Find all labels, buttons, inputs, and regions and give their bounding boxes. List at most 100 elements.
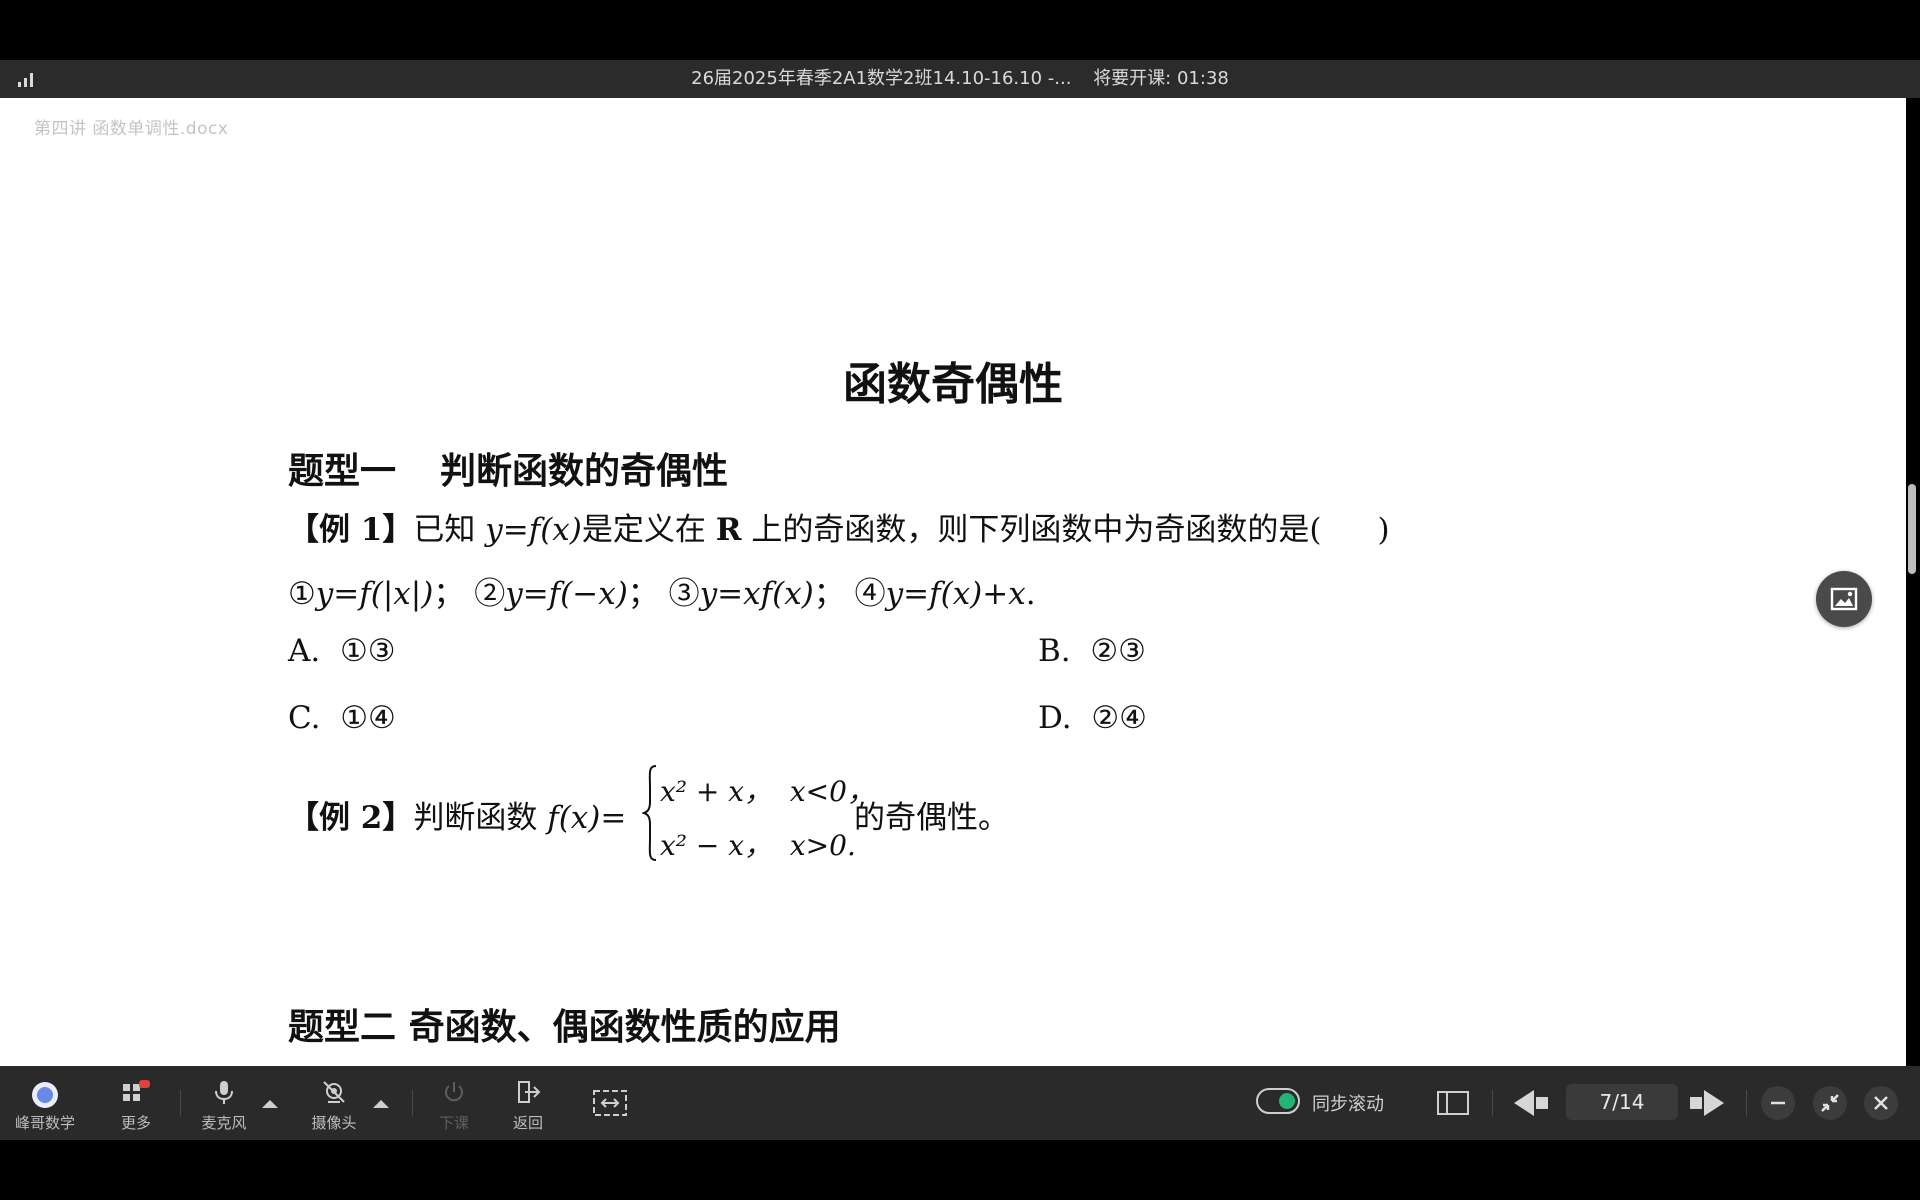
camera-button[interactable]: 摄像头: [304, 1066, 364, 1140]
example-2-question-a: 【例 2】判断函数 f(x)=: [288, 792, 626, 837]
option-d-letter: D.: [1038, 700, 1072, 736]
collapse-arrows-icon: [1821, 1094, 1839, 1112]
option-b-letter: B.: [1038, 633, 1071, 669]
example-2-question-b: 的奇偶性。: [854, 800, 1009, 836]
mic-label: 麦克风: [201, 1114, 247, 1132]
mic-options-caret-icon[interactable]: [260, 1096, 280, 1110]
end-class-button[interactable]: 下课: [426, 1066, 482, 1140]
option-a: A. ①③: [288, 633, 396, 669]
minus-icon: [1771, 1101, 1785, 1105]
screen-switch-icon: [593, 1090, 627, 1116]
bottom-toolbar: 峰哥数学 更多 麦克风 摄像头 下课 返回 同步滚动 7/14: [0, 1066, 1920, 1140]
option-d-value: ②④: [1091, 700, 1147, 736]
microphone-icon: [215, 1081, 233, 1104]
item-1-sep: ；: [433, 576, 465, 612]
math-eq: =: [502, 512, 529, 548]
class-start-countdown: 将要开课: 01:38: [1093, 68, 1229, 89]
document-scrollbar[interactable]: [1908, 484, 1916, 574]
page-indicator[interactable]: 7/14: [1566, 1084, 1678, 1120]
sidebar-toggle-icon[interactable]: [1436, 1090, 1470, 1116]
item-3: ③y=xf(x)；: [669, 576, 845, 612]
minimize-button[interactable]: [1761, 1086, 1795, 1120]
item-4: ④y=f(x)+x.: [855, 576, 1036, 612]
camera-options-caret-icon[interactable]: [371, 1096, 391, 1110]
case-2-cond: x>0.: [789, 829, 856, 862]
item-1: ①y=f(|x|)；: [288, 576, 464, 612]
piecewise-case-2: x² − x， x>0.: [660, 824, 856, 864]
math-R: R: [715, 512, 742, 548]
layout-switch-button[interactable]: [584, 1066, 636, 1140]
option-c-value: ①④: [340, 700, 396, 736]
camera-off-icon: [323, 1081, 345, 1103]
section-2-name: 奇函数、偶函数性质的应用: [408, 1006, 841, 1048]
close-button[interactable]: [1864, 1086, 1898, 1120]
mic-button[interactable]: 麦克风: [194, 1066, 254, 1140]
app-button[interactable]: 峰哥数学: [10, 1066, 80, 1140]
section-heading-2: 题型二 奇函数、偶函数性质的应用: [288, 998, 841, 1050]
option-c: C. ①④: [288, 700, 396, 736]
example-1-items: ①y=f(|x|)； ②y=f(−x)； ③y=xf(x)； ④y=f(x)+x…: [288, 568, 1036, 613]
case-1-expr: x² + x，: [660, 775, 773, 808]
end-class-label: 下课: [438, 1114, 469, 1132]
document-title: 函数奇偶性: [843, 359, 1063, 410]
option-b: B. ②③: [1038, 633, 1146, 669]
example-1-paren-close: ): [1377, 512, 1390, 548]
document-filename: 第四讲 函数单调性.docx: [34, 119, 229, 139]
next-page-icon[interactable]: [1688, 1088, 1726, 1118]
example-1-text-a: 已知: [413, 512, 476, 548]
math-fx: f(x): [528, 512, 582, 548]
exit-door-icon: [518, 1081, 541, 1103]
example-2-text-a: 判断函数: [413, 800, 538, 836]
toolbar-divider: [180, 1090, 181, 1116]
item-4-sep: .: [1025, 576, 1036, 612]
app-label: 峰哥数学: [14, 1114, 75, 1132]
example-1-tag: 【例 1】: [288, 512, 414, 548]
toolbar-divider: [1492, 1090, 1493, 1116]
toggle-knob: [1279, 1093, 1295, 1109]
more-label: 更多: [120, 1114, 151, 1132]
item-4-expr: y=f(x)+x: [885, 576, 1026, 612]
window-titlebar: 26届2025年春季2A1数学2班14.10-16.10 -... 将要开课: …: [0, 60, 1920, 98]
option-a-value: ①③: [339, 633, 396, 669]
piecewise-brace: [642, 765, 657, 861]
sync-scroll-toggle[interactable]: [1256, 1088, 1300, 1114]
grid-more-icon: [123, 1080, 150, 1101]
window-title-area: 26届2025年春季2A1数学2班14.10-16.10 -... 将要开课: …: [0, 60, 1920, 98]
section-1-name: 判断函数的奇偶性: [440, 450, 729, 492]
camera-label: 摄像头: [311, 1114, 357, 1132]
sync-scroll-label: 同步滚动: [1312, 1094, 1384, 1115]
toolbar-divider: [1746, 1090, 1747, 1116]
image-capture-icon: [1830, 587, 1858, 611]
page-current: 7: [1599, 1090, 1613, 1114]
section-heading-1: 题型一 判断函数的奇偶性: [288, 442, 728, 494]
item-2-expr: y=f(−x): [505, 576, 628, 612]
page-total: /14: [1612, 1090, 1645, 1114]
toolbar-divider: [412, 1090, 413, 1116]
close-icon: [1874, 1096, 1888, 1110]
item-3-expr: y=xf(x): [699, 576, 814, 612]
item-1-expr: y=f(|x|): [315, 576, 434, 612]
math-eq-2: =: [600, 800, 627, 836]
item-2-num: ②: [474, 576, 506, 612]
section-1-label: 题型一: [288, 450, 397, 492]
section-2-label: 题型二: [288, 1006, 397, 1048]
example-1-text-b: 是定义在: [581, 512, 706, 548]
exit-fullscreen-button[interactable]: [1813, 1086, 1847, 1120]
item-1-num: ①: [288, 576, 316, 612]
option-c-letter: C.: [288, 700, 321, 736]
item-4-num: ④: [854, 576, 886, 612]
window-title: 26届2025年春季2A1数学2班14.10-16.10 -...: [691, 68, 1072, 89]
option-a-letter: A.: [288, 633, 321, 669]
power-icon: [445, 1082, 463, 1102]
document-viewer[interactable]: 第四讲 函数单调性.docx 函数奇偶性 题型一 判断函数的奇偶性 【例 1】已知…: [0, 98, 1906, 1066]
more-button[interactable]: 更多: [106, 1066, 166, 1140]
previous-page-icon[interactable]: [1512, 1088, 1550, 1118]
option-b-value: ②③: [1090, 633, 1146, 669]
screenshot-button[interactable]: [1816, 571, 1872, 627]
piecewise-case-1: x² + x， x<0，: [660, 770, 875, 810]
math-y: y: [485, 512, 503, 548]
example-1-question: 【例 1】已知 y=f(x)是定义在 R 上的奇函数，则下列函数中为奇函数的是(…: [288, 504, 1390, 549]
back-button[interactable]: 返回: [500, 1066, 556, 1140]
app-logo-icon: [32, 1082, 58, 1108]
item-2-sep: ；: [627, 576, 659, 612]
